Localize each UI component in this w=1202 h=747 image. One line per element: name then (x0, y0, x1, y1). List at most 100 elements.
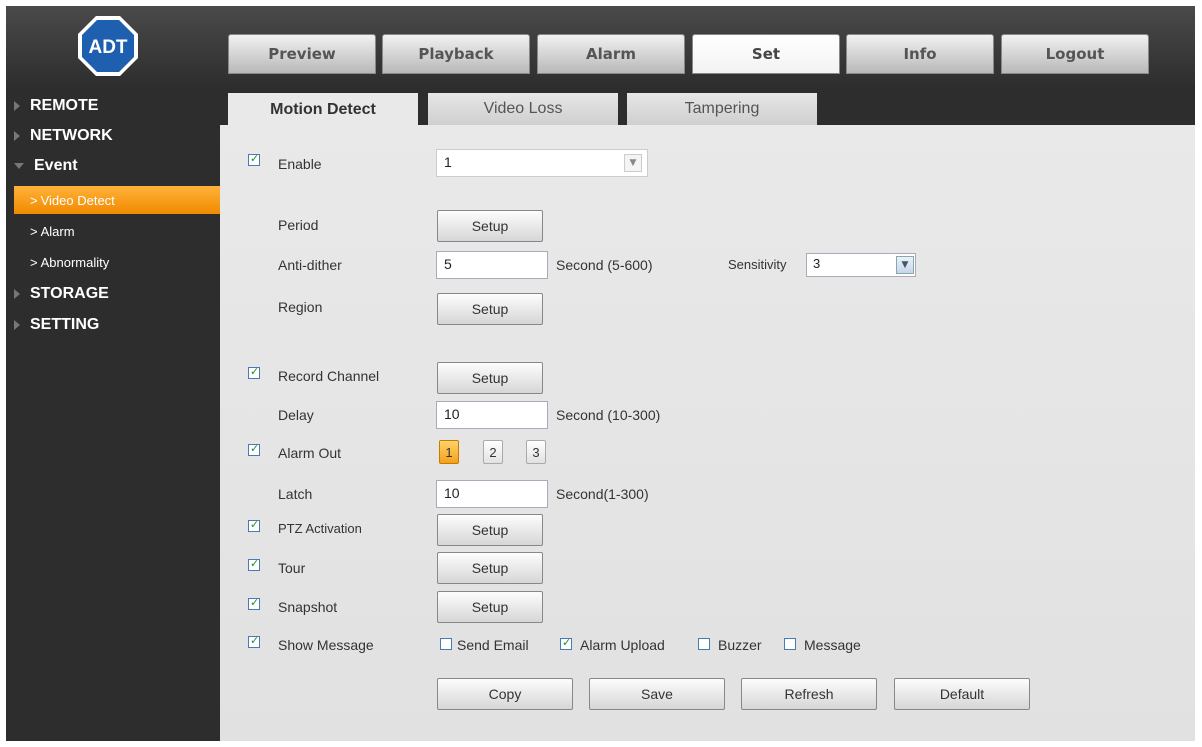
delay-label: Delay (278, 407, 314, 423)
send-email-checkbox[interactable] (440, 638, 452, 650)
header: ADT Preview Playback Alarm Set Info Logo… (6, 6, 1195, 86)
tab-logout[interactable]: Logout (1001, 34, 1149, 74)
channel-select-value: 1 (444, 154, 452, 170)
sidebar-item-storage[interactable]: STORAGE (6, 280, 220, 308)
record-channel-label: Record Channel (278, 368, 380, 384)
anti-dither-unit: Second (5-600) (556, 257, 653, 273)
chevron-right-icon: > (30, 223, 38, 239)
check-icon: ✓ (250, 557, 260, 570)
sidebar-item-label: NETWORK (30, 127, 113, 144)
sidebar-item-abnormality[interactable]: > Abnormality (6, 248, 220, 276)
sidebar-item-label: SETTING (30, 316, 100, 333)
sidebar-item-label: Video Detect (40, 192, 115, 208)
adt-logo: ADT (78, 16, 138, 76)
tab-info[interactable]: Info (846, 34, 994, 74)
check-icon: ✓ (250, 634, 260, 647)
check-icon: ✓ (250, 442, 260, 455)
tour-label: Tour (278, 560, 306, 576)
sidebar-item-event[interactable]: Event (6, 152, 220, 180)
copy-button[interactable]: Copy (437, 678, 573, 710)
chevron-right-icon: > (30, 192, 38, 208)
show-message-checkbox[interactable]: ✓ (248, 634, 260, 648)
sidebar-item-video-detect[interactable]: > Video Detect (14, 186, 220, 214)
sidebar-item-label: Abnormality (40, 254, 110, 270)
alarm-upload-checkbox[interactable]: ✓ (560, 636, 572, 650)
chevron-down-icon[interactable]: ▼ (624, 154, 642, 172)
collapsed-arrow-icon (14, 320, 20, 330)
tour-setup-button[interactable]: Setup (437, 552, 543, 584)
check-icon: ✓ (250, 152, 260, 165)
period-label: Period (278, 217, 319, 233)
send-email-label: Send Email (457, 637, 529, 653)
save-button[interactable]: Save (589, 678, 725, 710)
alarm-out-2-button[interactable]: 2 (483, 440, 503, 464)
period-setup-button[interactable]: Setup (437, 210, 543, 242)
latch-input[interactable]: 10 (436, 480, 548, 508)
svg-text:ADT: ADT (88, 37, 127, 58)
buzzer-label: Buzzer (718, 637, 762, 653)
sidebar-item-label: Event (34, 157, 78, 174)
chevron-down-icon[interactable]: ▼ (896, 256, 914, 274)
check-icon: ✓ (562, 636, 572, 649)
tab-set[interactable]: Set (692, 34, 840, 74)
refresh-button[interactable]: Refresh (741, 678, 877, 710)
channel-select[interactable]: 1 (436, 149, 648, 177)
check-icon: ✓ (250, 518, 260, 531)
delay-input[interactable]: 10 (436, 401, 548, 429)
ptz-activation-checkbox[interactable]: ✓ (248, 518, 260, 532)
region-label: Region (278, 299, 323, 315)
sensitivity-label: Sensitivity (728, 257, 787, 272)
sidebar-item-setting[interactable]: SETTING (6, 311, 220, 339)
tab-alarm[interactable]: Alarm (537, 34, 685, 74)
sidebar-item-network[interactable]: NETWORK (6, 122, 220, 150)
collapsed-arrow-icon (14, 131, 20, 141)
anti-dither-label: Anti-dither (278, 257, 342, 273)
sidebar-item-label: Alarm (40, 223, 75, 239)
latch-label: Latch (278, 486, 313, 502)
alarm-out-1-button[interactable]: 1 (439, 440, 459, 464)
main-content: Motion Detect Video Loss Tampering ✓ Ena… (220, 86, 1195, 741)
ptz-activation-setup-button[interactable]: Setup (437, 514, 543, 546)
snapshot-checkbox[interactable]: ✓ (248, 596, 260, 610)
enable-checkbox[interactable]: ✓ (248, 152, 260, 166)
tab-playback[interactable]: Playback (382, 34, 530, 74)
message-label: Message (804, 637, 861, 653)
app-frame: ADT Preview Playback Alarm Set Info Logo… (6, 6, 1195, 741)
sidebar-item-label: STORAGE (30, 285, 109, 302)
enable-label: Enable (278, 156, 322, 172)
alarm-out-label: Alarm Out (278, 445, 342, 461)
tour-checkbox[interactable]: ✓ (248, 557, 260, 571)
main-nav-tabs: Preview Playback Alarm Set Info Logout (226, 34, 1149, 76)
sidebar-item-alarm[interactable]: > Alarm (6, 217, 220, 245)
snapshot-setup-button[interactable]: Setup (437, 591, 543, 623)
default-button[interactable]: Default (894, 678, 1030, 710)
alarm-out-3-button[interactable]: 3 (526, 440, 546, 464)
sidebar-item-label: REMOTE (30, 97, 99, 114)
snapshot-label: Snapshot (278, 599, 338, 615)
sensitivity-select-value: 3 (813, 256, 821, 271)
record-channel-checkbox[interactable]: ✓ (248, 365, 260, 379)
delay-unit: Second (10-300) (556, 407, 661, 423)
tab-preview[interactable]: Preview (228, 34, 376, 74)
sidebar-item-remote[interactable]: REMOTE (6, 92, 220, 120)
tab-tampering[interactable]: Tampering (627, 93, 817, 125)
buzzer-checkbox[interactable] (698, 638, 710, 650)
region-setup-button[interactable]: Setup (437, 293, 543, 325)
alarm-out-checkbox[interactable]: ✓ (248, 442, 260, 456)
tab-video-loss[interactable]: Video Loss (428, 93, 618, 125)
anti-dither-input[interactable]: 5 (436, 251, 548, 279)
sidebar: REMOTE NETWORK Event > Video Detect > Al… (6, 86, 220, 741)
expanded-arrow-icon (14, 163, 24, 169)
record-channel-setup-button[interactable]: Setup (437, 362, 543, 394)
check-icon: ✓ (250, 365, 260, 378)
alarm-upload-label: Alarm Upload (580, 637, 665, 653)
motion-detect-panel: ✓ Enable 1 ▼ Period Setup Anti-dither 5 … (220, 125, 1195, 741)
chevron-right-icon: > (30, 254, 38, 270)
check-icon: ✓ (250, 596, 260, 609)
collapsed-arrow-icon (14, 101, 20, 111)
ptz-activation-label: PTZ Activation (278, 521, 362, 536)
show-message-label: Show Message (278, 637, 374, 653)
latch-unit: Second(1-300) (556, 486, 649, 502)
tab-motion-detect[interactable]: Motion Detect (228, 93, 418, 127)
message-checkbox[interactable] (784, 638, 796, 650)
